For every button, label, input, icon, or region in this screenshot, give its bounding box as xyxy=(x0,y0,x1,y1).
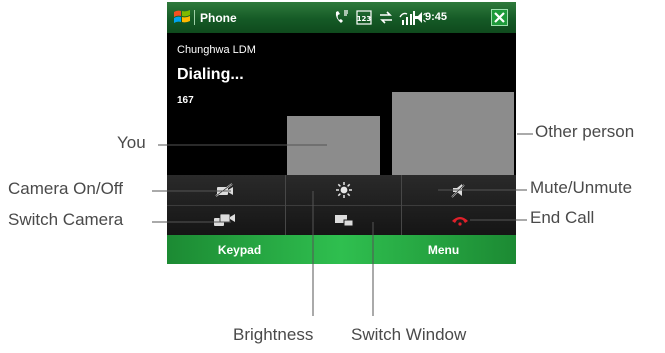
keypad-softkey[interactable]: Keypad xyxy=(167,235,312,264)
call-control-bar xyxy=(167,175,516,235)
status-bar: Phone 123 9:45 xyxy=(167,2,516,33)
brightness-icon xyxy=(336,182,352,198)
data-connection-icon[interactable] xyxy=(377,9,395,26)
mute-unmute-button[interactable] xyxy=(402,175,516,205)
switch-camera-button[interactable] xyxy=(167,205,283,235)
keyboard-123-icon[interactable]: 123 xyxy=(356,9,372,26)
self-video-preview[interactable] xyxy=(287,116,380,175)
phone-screen: Phone 123 9:45 Chunghwa LDM Dialing... 1… xyxy=(167,2,516,264)
carrier-name: Chunghwa LDM xyxy=(177,44,256,56)
brightness-button[interactable] xyxy=(286,175,402,205)
switch-window-icon xyxy=(335,215,354,227)
callout-end-call: End Call xyxy=(530,208,595,227)
camera-off-icon xyxy=(215,183,233,197)
callout-switch-window: Switch Window xyxy=(351,325,467,344)
switch-window-button[interactable] xyxy=(286,205,402,235)
callout-switch-camera: Switch Camera xyxy=(8,210,124,229)
end-call-icon xyxy=(452,217,468,226)
remote-video-window[interactable] xyxy=(392,92,514,175)
call-status-icon[interactable] xyxy=(333,9,351,26)
menu-softkey[interactable]: Menu xyxy=(371,235,516,264)
mute-speaker-icon xyxy=(451,184,465,198)
close-icon xyxy=(494,12,505,23)
callout-mute-unmute: Mute/Unmute xyxy=(530,178,633,197)
softkey-bar: Keypad Menu xyxy=(167,235,516,264)
camera-on-off-button[interactable] xyxy=(167,175,283,205)
callout-camera-on-off: Camera On/Off xyxy=(8,179,123,198)
callout-you: You xyxy=(117,133,146,152)
call-status: Dialing... xyxy=(177,66,244,83)
callout-other-person: Other person xyxy=(535,122,635,141)
end-call-button[interactable] xyxy=(402,205,516,235)
clock-time[interactable]: 9:45 xyxy=(425,11,447,23)
switch-camera-icon xyxy=(214,213,235,226)
close-button[interactable] xyxy=(491,9,508,26)
dialed-number: 167 xyxy=(177,95,194,106)
windows-flag-icon[interactable] xyxy=(173,8,191,26)
callout-brightness: Brightness xyxy=(233,325,314,344)
title-separator xyxy=(194,10,195,25)
app-title: Phone xyxy=(200,11,237,25)
svg-text:123: 123 xyxy=(357,15,372,23)
